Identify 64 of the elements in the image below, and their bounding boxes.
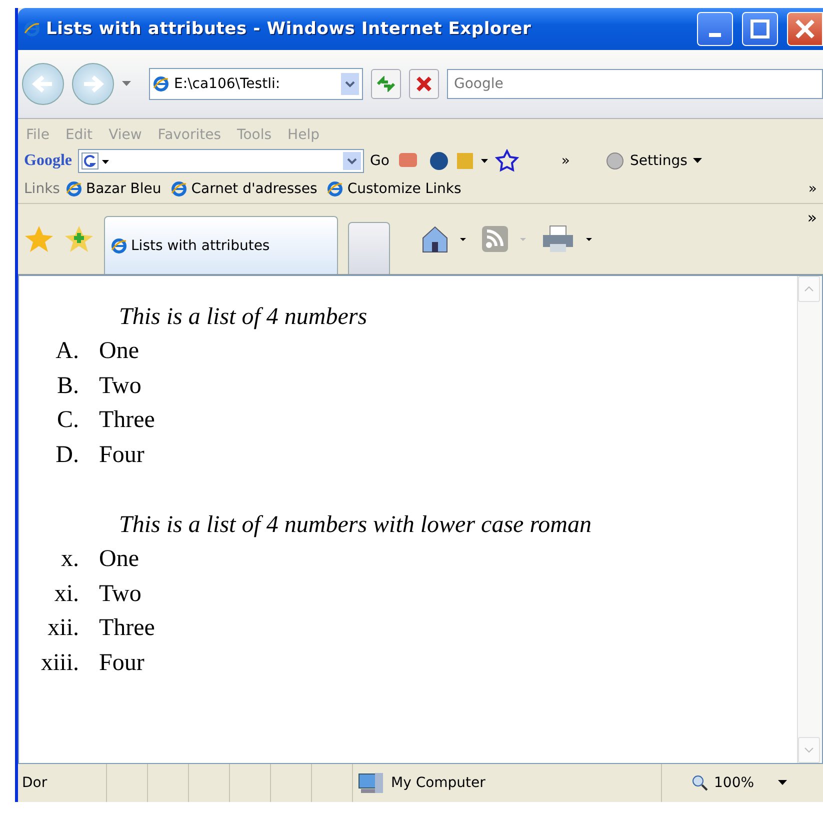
dropdown-icon[interactable] bbox=[778, 780, 788, 786]
status-text: Dor bbox=[22, 775, 48, 791]
list-marker: B. bbox=[56, 372, 80, 400]
link-item[interactable]: Carnet d'adresses bbox=[191, 181, 318, 197]
list-item: Two bbox=[99, 372, 142, 400]
google-search-field[interactable] bbox=[78, 149, 364, 173]
window-title: Lists with attributes - Windows Internet Explorer bbox=[46, 19, 532, 39]
maximize-icon bbox=[750, 19, 770, 39]
list-marker: C. bbox=[56, 406, 80, 435]
close-icon bbox=[794, 18, 816, 40]
back-button[interactable] bbox=[22, 63, 64, 105]
back-arrow-icon bbox=[32, 75, 54, 93]
list-item: Three bbox=[99, 614, 155, 643]
star-icon[interactable] bbox=[24, 224, 54, 254]
zoom-icon[interactable] bbox=[692, 775, 708, 791]
radio-icon[interactable] bbox=[606, 152, 624, 170]
forward-arrow-icon bbox=[82, 75, 104, 93]
browser-tab[interactable]: Lists with attributes bbox=[104, 216, 338, 274]
forward-button[interactable] bbox=[72, 63, 114, 105]
go-button[interactable]: Go bbox=[370, 153, 390, 169]
list-item: One bbox=[99, 545, 139, 574]
maximize-button[interactable] bbox=[742, 12, 778, 46]
stop-icon bbox=[416, 76, 432, 92]
list-marker: x. bbox=[60, 545, 80, 574]
list-marker: xii. bbox=[46, 614, 80, 643]
more-chevron[interactable]: » bbox=[561, 153, 570, 169]
page-icon bbox=[171, 181, 188, 197]
link-item[interactable]: Bazar Bleu bbox=[86, 181, 162, 197]
refresh-icon bbox=[376, 76, 396, 92]
page-icon bbox=[327, 181, 344, 197]
google-g-icon[interactable] bbox=[81, 152, 111, 170]
list-marker: xiii. bbox=[40, 648, 80, 678]
zoom-level[interactable]: 100% bbox=[714, 775, 754, 791]
link-item[interactable]: Customize Links bbox=[347, 181, 462, 197]
refresh-button[interactable] bbox=[371, 69, 401, 99]
page-icon bbox=[111, 238, 127, 254]
search-field[interactable]: Google bbox=[447, 69, 823, 99]
computer-icon bbox=[357, 771, 385, 795]
list-marker: D. bbox=[54, 440, 80, 470]
links-label: Links bbox=[24, 181, 60, 197]
more-chevron[interactable]: » bbox=[808, 181, 817, 197]
list-item: Three bbox=[99, 406, 155, 435]
close-button[interactable] bbox=[787, 12, 823, 46]
list-item: Four bbox=[99, 648, 144, 678]
security-zone: My Computer bbox=[391, 775, 486, 791]
address-field[interactable]: E:\ca106\Testli: bbox=[149, 68, 363, 100]
minimize-icon bbox=[709, 33, 721, 37]
settings-button[interactable]: Settings bbox=[630, 153, 688, 169]
list-caption: This is a list of 4 numbers bbox=[119, 303, 368, 332]
new-tab-button[interactable] bbox=[348, 222, 390, 274]
list-marker: A. bbox=[54, 337, 80, 366]
add-favorite-icon[interactable] bbox=[64, 224, 94, 254]
google-logo: Google bbox=[24, 152, 72, 170]
list-marker: xi. bbox=[53, 580, 80, 608]
list-item: Two bbox=[99, 580, 142, 608]
minimize-button[interactable] bbox=[697, 12, 733, 46]
list-item: Four bbox=[99, 440, 144, 470]
ie-logo-icon bbox=[24, 21, 40, 37]
page-icon bbox=[66, 181, 82, 197]
more-chevron[interactable]: » bbox=[807, 208, 817, 227]
dropdown-icon[interactable] bbox=[693, 158, 702, 164]
stop-button[interactable] bbox=[409, 69, 439, 99]
list-item: One bbox=[99, 337, 139, 366]
list-caption: This is a list of 4 numbers with lower case roman bbox=[119, 511, 592, 540]
